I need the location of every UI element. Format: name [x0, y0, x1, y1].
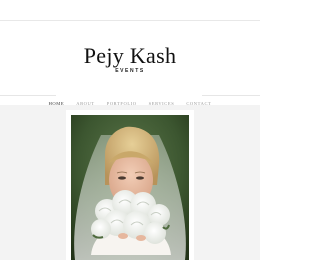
header-top-divider — [0, 20, 260, 21]
main-navigation: HOME ABOUT PORTFOLIO SERVICES CONTACT — [0, 92, 260, 106]
site-logo[interactable]: Pejy Kash EVENTS — [0, 43, 260, 75]
site-subtitle: EVENTS — [115, 68, 145, 74]
hero-photo — [71, 115, 189, 260]
site-title: Pejy Kash — [83, 43, 177, 68]
